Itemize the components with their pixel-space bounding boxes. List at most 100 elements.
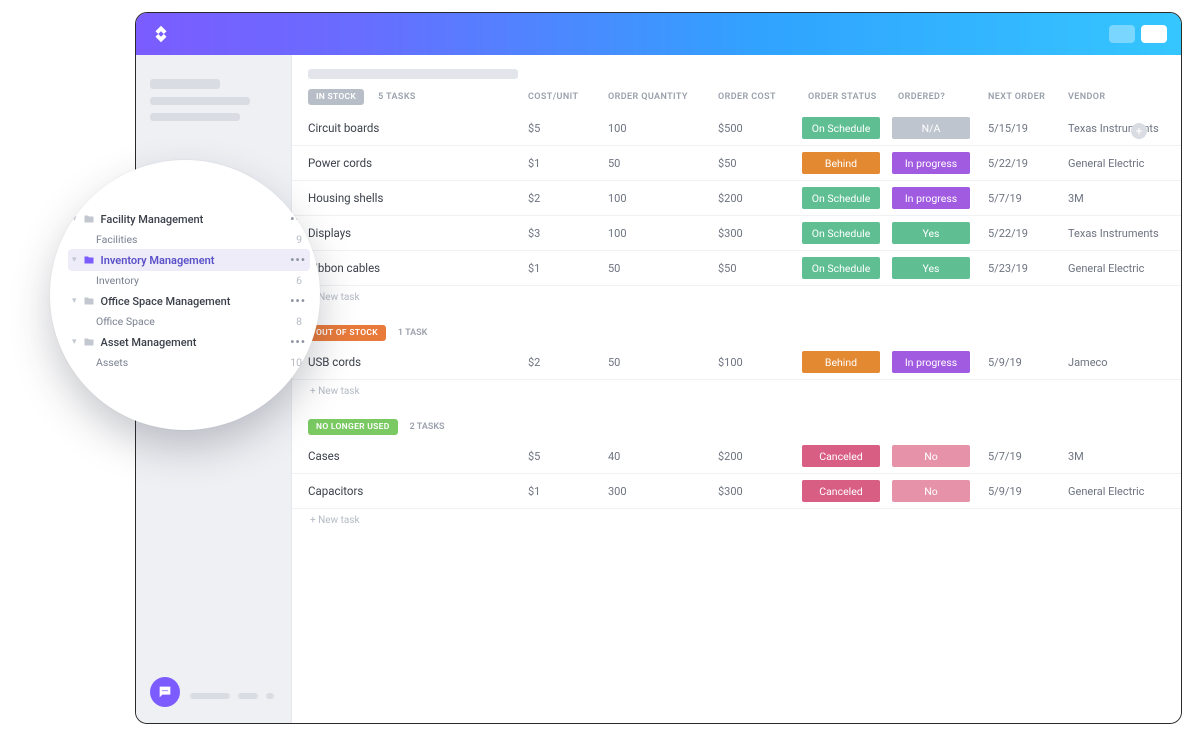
cell-order-cost[interactable]: $200: [718, 450, 808, 463]
cell-next-order[interactable]: 5/22/19: [988, 227, 1068, 240]
header-chip-b[interactable]: [1141, 25, 1167, 43]
cell-order-status[interactable]: On Schedule: [808, 222, 898, 244]
cell-order-cost[interactable]: $50: [718, 262, 808, 275]
task-name[interactable]: USB cords: [308, 355, 528, 369]
sidebar-folder[interactable]: ▾Inventory Management•••: [68, 249, 310, 271]
cell-order-status[interactable]: On Schedule: [808, 117, 898, 139]
task-name[interactable]: Housing shells: [308, 191, 528, 205]
add-column-button[interactable]: +: [1131, 123, 1147, 139]
sidebar-folder[interactable]: ▾Asset Management•••: [68, 331, 310, 353]
cell-next-order[interactable]: 5/9/19: [988, 356, 1068, 369]
sidebar-list-item[interactable]: Facilities9: [68, 230, 310, 249]
table-row[interactable]: Displays$3100$300On ScheduleYes5/22/19Te…: [292, 216, 1181, 251]
table-row[interactable]: Capacitors$1300$300CanceledNo5/9/19Gener…: [292, 474, 1181, 509]
task-name[interactable]: Ribbon cables: [308, 261, 528, 275]
cell-ordered[interactable]: No: [898, 445, 988, 467]
new-task-button[interactable]: + New task: [292, 380, 1181, 407]
cell-vendor[interactable]: Texas Instruments: [1068, 122, 1165, 135]
table-row[interactable]: Housing shells$2100$200On ScheduleIn pro…: [292, 181, 1181, 216]
group-status-pill[interactable]: IN STOCK: [308, 89, 364, 105]
cell-order-qty[interactable]: 40: [608, 450, 718, 463]
cell-vendor[interactable]: General Electric: [1068, 262, 1165, 275]
chevron-down-icon[interactable]: ▾: [72, 214, 77, 224]
task-name[interactable]: Circuit boards: [308, 121, 528, 135]
more-icon[interactable]: •••: [290, 253, 306, 267]
cell-next-order[interactable]: 5/15/19: [988, 122, 1068, 135]
col-next-order[interactable]: NEXT ORDER: [988, 92, 1068, 102]
chevron-down-icon[interactable]: ▾: [72, 255, 77, 265]
cell-vendor[interactable]: Jameco: [1068, 356, 1165, 369]
cell-next-order[interactable]: 5/9/19: [988, 485, 1068, 498]
cell-order-cost[interactable]: $500: [718, 122, 808, 135]
cell-order-qty[interactable]: 100: [608, 122, 718, 135]
cell-next-order[interactable]: 5/7/19: [988, 450, 1068, 463]
task-name[interactable]: Cases: [308, 449, 528, 463]
chat-fab[interactable]: [150, 677, 180, 707]
sidebar-folder[interactable]: ▾Office Space Management•••: [68, 290, 310, 312]
cell-ordered[interactable]: No: [898, 480, 988, 502]
cell-vendor[interactable]: General Electric: [1068, 157, 1165, 170]
cell-cost-unit[interactable]: $1: [528, 262, 608, 275]
table-row[interactable]: Ribbon cables$150$50On ScheduleYes5/23/1…: [292, 251, 1181, 286]
cell-cost-unit[interactable]: $3: [528, 227, 608, 240]
cell-cost-unit[interactable]: $1: [528, 485, 608, 498]
col-ordered[interactable]: ORDERED?: [898, 92, 988, 102]
sidebar-folder[interactable]: ▾Facility Management•••: [68, 208, 310, 230]
cell-ordered[interactable]: In progress: [898, 351, 988, 373]
cell-order-status[interactable]: Behind: [808, 351, 898, 373]
cell-order-status[interactable]: Canceled: [808, 445, 898, 467]
table-row[interactable]: Power cords$150$50BehindIn progress5/22/…: [292, 146, 1181, 181]
sidebar-list-item[interactable]: Office Space8: [68, 312, 310, 331]
cell-ordered[interactable]: In progress: [898, 187, 988, 209]
new-task-button[interactable]: + New task: [292, 509, 1181, 536]
new-task-button[interactable]: + New task: [292, 286, 1181, 313]
cell-next-order[interactable]: 5/23/19: [988, 262, 1068, 275]
chevron-down-icon[interactable]: ▾: [72, 337, 77, 347]
cell-cost-unit[interactable]: $5: [528, 122, 608, 135]
col-order-cost[interactable]: ORDER COST: [718, 92, 808, 102]
more-icon[interactable]: •••: [290, 335, 306, 349]
cell-order-status[interactable]: Behind: [808, 152, 898, 174]
cell-cost-unit[interactable]: $1: [528, 157, 608, 170]
header-chip-a[interactable]: [1109, 25, 1135, 43]
cell-order-cost[interactable]: $50: [718, 157, 808, 170]
col-vendor[interactable]: VENDOR: [1068, 92, 1165, 102]
table-row[interactable]: Cases$540$200CanceledNo5/7/193M: [292, 439, 1181, 474]
cell-vendor[interactable]: 3M: [1068, 192, 1165, 205]
table-row[interactable]: Circuit boards$5100$500On ScheduleN/A5/1…: [292, 111, 1181, 146]
cell-order-status[interactable]: On Schedule: [808, 257, 898, 279]
cell-vendor[interactable]: General Electric: [1068, 485, 1165, 498]
cell-order-qty[interactable]: 100: [608, 192, 718, 205]
cell-vendor[interactable]: 3M: [1068, 450, 1165, 463]
sidebar-list-item[interactable]: Inventory6: [68, 271, 310, 290]
cell-order-cost[interactable]: $200: [718, 192, 808, 205]
cell-order-status[interactable]: On Schedule: [808, 187, 898, 209]
task-name[interactable]: Displays: [308, 226, 528, 240]
cell-vendor[interactable]: Texas Instruments: [1068, 227, 1165, 240]
cell-order-qty[interactable]: 300: [608, 485, 718, 498]
sidebar-list-item[interactable]: Assets10: [68, 353, 310, 372]
cell-next-order[interactable]: 5/7/19: [988, 192, 1068, 205]
cell-order-qty[interactable]: 50: [608, 157, 718, 170]
col-order-qty[interactable]: ORDER QUANTITY: [608, 92, 718, 102]
cell-cost-unit[interactable]: $2: [528, 192, 608, 205]
task-name[interactable]: Capacitors: [308, 484, 528, 498]
group-status-pill[interactable]: OUT OF STOCK: [308, 325, 386, 341]
group-status-pill[interactable]: NO LONGER USED: [308, 419, 398, 435]
more-icon[interactable]: •••: [290, 294, 306, 308]
cell-next-order[interactable]: 5/22/19: [988, 157, 1068, 170]
cell-order-cost[interactable]: $300: [718, 485, 808, 498]
col-cost-unit[interactable]: COST/UNIT: [528, 92, 608, 102]
cell-order-cost[interactable]: $100: [718, 356, 808, 369]
table-row[interactable]: USB cords$250$100BehindIn progress5/9/19…: [292, 345, 1181, 380]
col-order-status[interactable]: ORDER STATUS: [808, 92, 898, 102]
cell-ordered[interactable]: Yes: [898, 257, 988, 279]
cell-ordered[interactable]: N/A: [898, 117, 988, 139]
cell-ordered[interactable]: Yes: [898, 222, 988, 244]
cell-order-cost[interactable]: $300: [718, 227, 808, 240]
chevron-down-icon[interactable]: ▾: [72, 296, 77, 306]
cell-cost-unit[interactable]: $2: [528, 356, 608, 369]
task-name[interactable]: Power cords: [308, 156, 528, 170]
cell-ordered[interactable]: In progress: [898, 152, 988, 174]
cell-order-status[interactable]: Canceled: [808, 480, 898, 502]
